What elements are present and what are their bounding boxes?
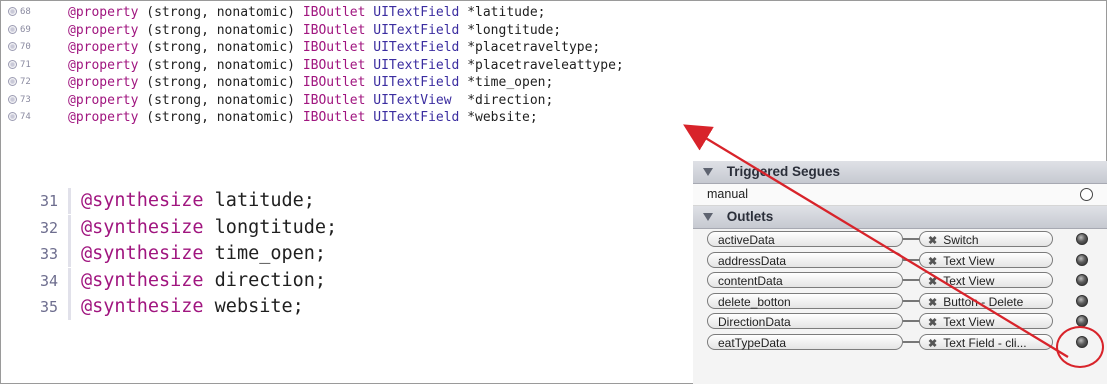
red-arrow-annotation [683, 124, 1069, 358]
